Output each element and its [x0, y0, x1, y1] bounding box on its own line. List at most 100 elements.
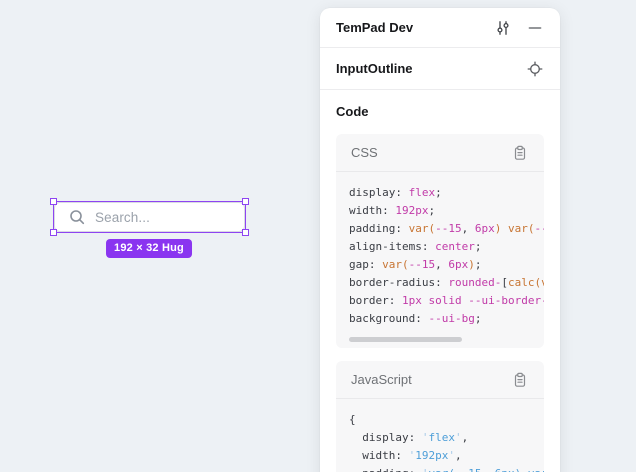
javascript-block-header: JavaScript: [336, 361, 544, 399]
resize-handle-top-left[interactable]: [50, 198, 57, 205]
code-token: ,: [462, 222, 475, 235]
code-token: gap: [349, 258, 369, 271]
code-token: padding: [349, 222, 395, 235]
code-token: 1px: [402, 294, 422, 307]
code-token: flex: [409, 186, 436, 199]
code-token: background: [349, 312, 415, 325]
code-token: ,: [462, 431, 469, 444]
code-token: var(: [508, 222, 535, 235]
javascript-code-block: JavaScript { display: 'flex', width: '19…: [336, 361, 544, 472]
code-token: border: [349, 294, 389, 307]
code-line: align-items: center;: [349, 238, 544, 256]
code-token: 6px: [475, 222, 495, 235]
code-token: :: [409, 431, 422, 444]
code-token: :: [395, 449, 408, 462]
css-code-block: CSS display: flex;width: 192px;padding: …: [336, 134, 544, 348]
code-token: {: [349, 413, 356, 426]
search-placeholder: Search...: [95, 210, 150, 225]
code-token: --15: [409, 258, 436, 271]
code-token: ;: [475, 258, 482, 271]
code-token: 192px: [395, 204, 428, 217]
code-token: ;: [435, 186, 442, 199]
css-block-header: CSS: [336, 134, 544, 172]
code-token: display: [349, 431, 409, 444]
code-token: center: [435, 240, 475, 253]
code-token: solid: [429, 294, 462, 307]
copy-clipboard-icon[interactable]: [511, 144, 529, 162]
code-token: --: [534, 222, 544, 235]
code-token: 192px: [415, 449, 448, 462]
code-line: border-radius: rounded-[calc(v: [349, 274, 544, 292]
code-token: var(: [382, 258, 409, 271]
code-section-title: Code: [336, 104, 544, 119]
resize-handle-top-right[interactable]: [242, 198, 249, 205]
code-token: [501, 222, 508, 235]
code-token: :: [415, 312, 428, 325]
code-token: ': [448, 449, 455, 462]
sliders-icon[interactable]: [494, 19, 512, 37]
css-code: display: flex;width: 192px;padding: var(…: [349, 184, 544, 328]
code-token: :: [395, 186, 408, 199]
code-token: rounded-: [448, 276, 501, 289]
code-token: :: [422, 240, 435, 253]
code-token: :: [435, 276, 448, 289]
code-token: ,: [455, 449, 462, 462]
code-token: [: [501, 276, 508, 289]
copy-clipboard-icon[interactable]: [511, 371, 529, 389]
code-token: display: [349, 186, 395, 199]
code-token: [422, 294, 429, 307]
code-token: ;: [475, 312, 482, 325]
code-token: :: [395, 222, 408, 235]
code-token: :: [389, 294, 402, 307]
code-line: border: 1px solid --ui-border-: [349, 292, 544, 310]
locate-target-icon[interactable]: [526, 60, 544, 78]
css-block-label: CSS: [351, 145, 378, 160]
resize-handle-bottom-left[interactable]: [50, 229, 57, 236]
code-token: align-items: [349, 240, 422, 253]
code-token: border-radius: [349, 276, 435, 289]
code-section: Code CSS display: flex;width: 192px;padd…: [320, 90, 560, 472]
code-token: --15: [435, 222, 462, 235]
code-token: ': [455, 431, 462, 444]
code-token: width: [349, 204, 382, 217]
code-token: var(--15, 6px) var: [428, 467, 544, 472]
javascript-code: { display: 'flex', width: '192px', paddi…: [349, 411, 544, 472]
code-line: display: 'flex',: [349, 429, 544, 447]
code-token: ): [468, 258, 475, 271]
code-token: :: [409, 467, 422, 472]
search-input[interactable]: Search...: [54, 202, 245, 232]
code-line: width: 192px;: [349, 202, 544, 220]
code-line: display: flex;: [349, 184, 544, 202]
code-token: width: [349, 449, 395, 462]
tempad-dev-panel: TemPad Dev InputOutline: [320, 8, 560, 472]
code-token: 6px: [448, 258, 468, 271]
resize-handle-bottom-right[interactable]: [242, 229, 249, 236]
node-name: InputOutline: [336, 61, 413, 76]
panel-header: TemPad Dev: [320, 8, 560, 48]
search-icon: [68, 208, 86, 226]
size-badge: 192 × 32 Hug: [106, 239, 192, 258]
code-line: padding: var(--15, 6px) var(--: [349, 220, 544, 238]
code-token: flex: [428, 431, 455, 444]
javascript-block-label: JavaScript: [351, 372, 412, 387]
code-token: var(: [409, 222, 436, 235]
panel-title: TemPad Dev: [336, 20, 413, 35]
code-token: :: [369, 258, 382, 271]
code-token: --ui-border-: [468, 294, 544, 307]
code-line: width: '192px',: [349, 447, 544, 465]
code-token: ;: [429, 204, 436, 217]
selected-node-row: InputOutline: [320, 48, 560, 90]
code-token: ;: [475, 240, 482, 253]
code-token: ,: [435, 258, 448, 271]
code-line: gap: var(--15, 6px);: [349, 256, 544, 274]
code-line: background: --ui-bg;: [349, 310, 544, 328]
code-token: :: [382, 204, 395, 217]
horizontal-scrollbar-thumb[interactable]: [349, 337, 462, 342]
code-token: --ui-bg: [428, 312, 474, 325]
code-line: {: [349, 411, 544, 429]
minimize-icon[interactable]: [526, 19, 544, 37]
code-line: padding: 'var(--15, 6px) var: [349, 465, 544, 472]
code-token: calc(v: [508, 276, 544, 289]
code-token: padding: [349, 467, 409, 472]
selected-element[interactable]: Search...: [54, 202, 245, 232]
